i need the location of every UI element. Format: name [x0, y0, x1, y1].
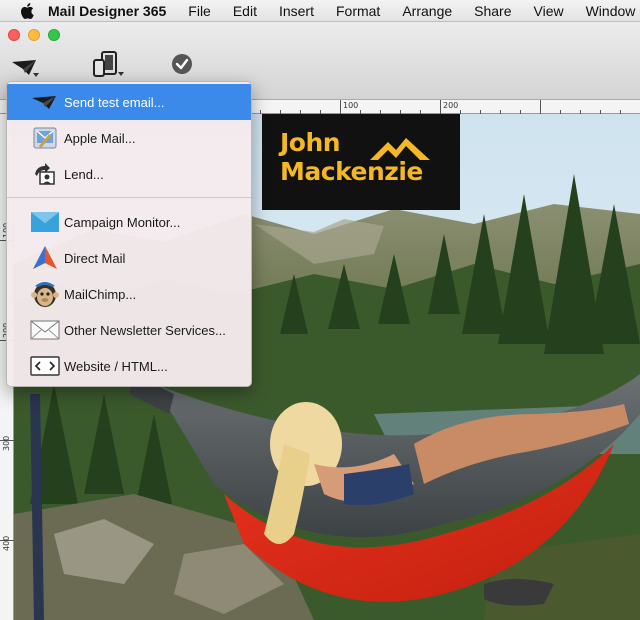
menu-format[interactable]: Format: [336, 3, 380, 19]
apple-mail-icon: [29, 122, 61, 154]
menu-other-newsletter[interactable]: Other Newsletter Services...: [7, 312, 251, 348]
paper-plane-icon: [29, 86, 61, 118]
menu-separator: [7, 197, 251, 198]
ruler-label: 400: [2, 535, 11, 551]
menu-insert[interactable]: Insert: [279, 3, 314, 19]
menu-edit[interactable]: Edit: [233, 3, 257, 19]
send-menu: Send test email... Apple Mail... Lend...…: [6, 81, 252, 387]
mountain-logo-icon: [370, 138, 430, 160]
checkmark-circle-icon: [172, 54, 192, 74]
paper-plane-icon: [12, 60, 39, 77]
menu-send-test-email[interactable]: Send test email...: [7, 84, 251, 120]
menu-bar: Mail Designer 365 File Edit Insert Forma…: [0, 0, 640, 22]
menu-item-label: Lend...: [64, 166, 104, 182]
zoom-window-button[interactable]: [48, 29, 60, 41]
menu-direct-mail[interactable]: Direct Mail: [7, 240, 251, 276]
menu-item-label: Website / HTML...: [64, 358, 168, 374]
send-toolbar-button[interactable]: [8, 56, 44, 80]
check-design-button[interactable]: [170, 52, 194, 76]
preview-devices-button[interactable]: [90, 50, 126, 80]
menu-file[interactable]: File: [188, 3, 211, 19]
menu-apple-mail[interactable]: Apple Mail...: [7, 120, 251, 156]
menu-item-label: Direct Mail: [64, 250, 126, 266]
ruler-label: 200: [443, 101, 459, 110]
lend-icon: [29, 158, 61, 190]
menu-window[interactable]: Window: [586, 3, 636, 19]
menu-view[interactable]: View: [534, 3, 564, 19]
menu-lend[interactable]: Lend...: [7, 156, 251, 192]
menu-website-html[interactable]: Website / HTML...: [7, 348, 251, 384]
menu-item-label: Other Newsletter Services...: [64, 322, 226, 338]
menu-app-name[interactable]: Mail Designer 365: [48, 3, 166, 19]
apple-logo-icon[interactable]: [20, 2, 34, 19]
menu-arrange[interactable]: Arrange: [402, 3, 452, 19]
menu-mailchimp[interactable]: MailChimp...: [7, 276, 251, 312]
html-code-icon: [29, 350, 61, 382]
minimize-window-button[interactable]: [28, 29, 40, 41]
menu-item-label: Campaign Monitor...: [64, 214, 181, 230]
close-window-button[interactable]: [8, 29, 20, 41]
ruler-label: 300: [2, 435, 11, 451]
campaign-monitor-icon: [29, 206, 61, 238]
brand-logo[interactable]: John Mackenzie: [262, 114, 460, 210]
mailchimp-icon: [29, 278, 61, 310]
envelope-icon: [29, 314, 61, 346]
menu-item-label: MailChimp...: [64, 286, 137, 302]
ruler-label: 100: [343, 101, 359, 110]
direct-mail-icon: [29, 242, 61, 274]
menu-share[interactable]: Share: [474, 3, 511, 19]
menu-item-label: Apple Mail...: [64, 130, 136, 146]
app-window: 100 200 100 200 300 400: [0, 22, 640, 620]
devices-icon: [93, 51, 124, 77]
menu-campaign-monitor[interactable]: Campaign Monitor...: [7, 204, 251, 240]
menu-item-label: Send test email...: [64, 94, 165, 110]
